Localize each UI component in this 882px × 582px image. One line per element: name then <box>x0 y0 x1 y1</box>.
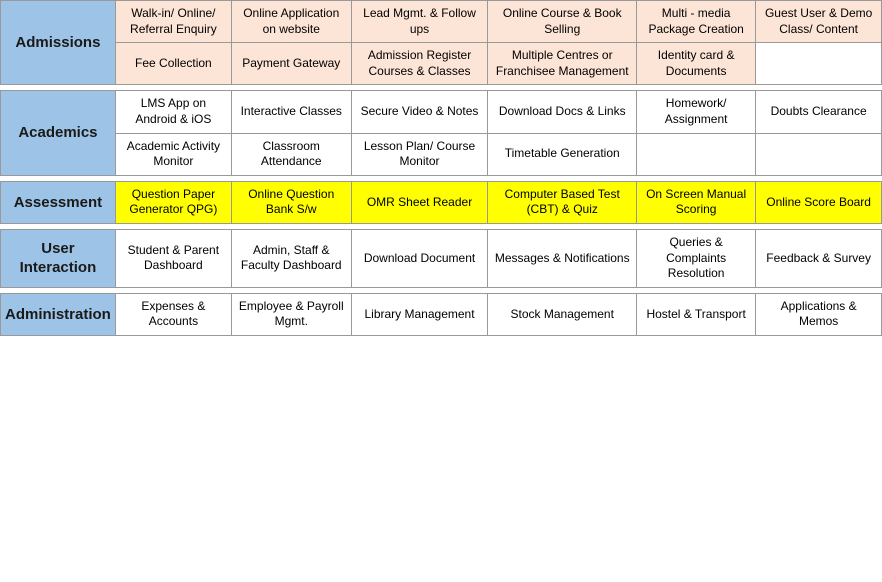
cell-academics-r0-c5: Doubts Clearance <box>756 91 882 133</box>
cell-admissions-r1-c1: Payment Gateway <box>231 43 351 85</box>
cell-academics-r0-c2: Secure Video & Notes <box>351 91 488 133</box>
cell-user-interaction-r0-c4: Queries & Complaints Resolution <box>637 229 756 287</box>
cell-admissions-r0-c0: Walk-in/ Online/ Referral Enquiry <box>115 1 231 43</box>
cell-assessment-r0-c0: Question Paper Generator QPG) <box>115 181 231 223</box>
cell-user-interaction-r0-c0: Student & Parent Dashboard <box>115 229 231 287</box>
cell-academics-r0-c1: Interactive Classes <box>231 91 351 133</box>
section-label-academics: Academics <box>1 91 116 175</box>
cell-academics-r1-c3: Timetable Generation <box>488 133 637 175</box>
cell-user-interaction-r0-c3: Messages & Notifications <box>488 229 637 287</box>
cell-administration-r0-c4: Hostel & Transport <box>637 293 756 335</box>
cell-admissions-r0-c5: Guest User & Demo Class/ Content <box>756 1 882 43</box>
cell-academics-r0-c4: Homework/ Assignment <box>637 91 756 133</box>
section-label-assessment: Assessment <box>1 181 116 223</box>
table-row: Academic Activity MonitorClassroom Atten… <box>1 133 882 175</box>
cell-user-interaction-r0-c1: Admin, Staff & Faculty Dashboard <box>231 229 351 287</box>
section-label-admissions: Admissions <box>1 1 116 85</box>
cell-admissions-r0-c1: Online Application on website <box>231 1 351 43</box>
cell-academics-r0-c0: LMS App on Android & iOS <box>115 91 231 133</box>
cell-admissions-r1-c4: Identity card & Documents <box>637 43 756 85</box>
section-label-administration: Administration <box>1 293 116 335</box>
cell-admissions-r1-c3: Multiple Centres or Franchisee Managemen… <box>488 43 637 85</box>
cell-admissions-r1-c2: Admission Register Courses & Classes <box>351 43 488 85</box>
cell-admissions-r0-c3: Online Course & Book Selling <box>488 1 637 43</box>
cell-admissions-r1-c5 <box>756 43 882 85</box>
cell-administration-r0-c2: Library Management <box>351 293 488 335</box>
cell-academics-r1-c0: Academic Activity Monitor <box>115 133 231 175</box>
table-row: AdministrationExpenses & AccountsEmploye… <box>1 293 882 335</box>
cell-academics-r1-c2: Lesson Plan/ Course Monitor <box>351 133 488 175</box>
section-label-user-interaction: User Interaction <box>1 229 116 287</box>
cell-administration-r0-c3: Stock Management <box>488 293 637 335</box>
table-row: AdmissionsWalk-in/ Online/ Referral Enqu… <box>1 1 882 43</box>
cell-admissions-r0-c2: Lead Mgmt. & Follow ups <box>351 1 488 43</box>
cell-user-interaction-r0-c2: Download Document <box>351 229 488 287</box>
cell-admissions-r0-c4: Multi - media Package Creation <box>637 1 756 43</box>
table-row: AssessmentQuestion Paper Generator QPG)O… <box>1 181 882 223</box>
table-row: User InteractionStudent & Parent Dashboa… <box>1 229 882 287</box>
cell-user-interaction-r0-c5: Feedback & Survey <box>756 229 882 287</box>
cell-assessment-r0-c5: Online Score Board <box>756 181 882 223</box>
cell-administration-r0-c0: Expenses & Accounts <box>115 293 231 335</box>
cell-academics-r1-c1: Classroom Attendance <box>231 133 351 175</box>
cell-administration-r0-c1: Employee & Payroll Mgmt. <box>231 293 351 335</box>
cell-admissions-r1-c0: Fee Collection <box>115 43 231 85</box>
cell-administration-r0-c5: Applications & Memos <box>756 293 882 335</box>
cell-academics-r1-c4 <box>637 133 756 175</box>
cell-academics-r1-c5 <box>756 133 882 175</box>
cell-academics-r0-c3: Download Docs & Links <box>488 91 637 133</box>
cell-assessment-r0-c3: Computer Based Test (CBT) & Quiz <box>488 181 637 223</box>
main-table: AdmissionsWalk-in/ Online/ Referral Enqu… <box>0 0 882 336</box>
cell-assessment-r0-c1: Online Question Bank S/w <box>231 181 351 223</box>
table-row: AcademicsLMS App on Android & iOSInterac… <box>1 91 882 133</box>
cell-assessment-r0-c2: OMR Sheet Reader <box>351 181 488 223</box>
cell-assessment-r0-c4: On Screen Manual Scoring <box>637 181 756 223</box>
table-row: Fee CollectionPayment GatewayAdmission R… <box>1 43 882 85</box>
